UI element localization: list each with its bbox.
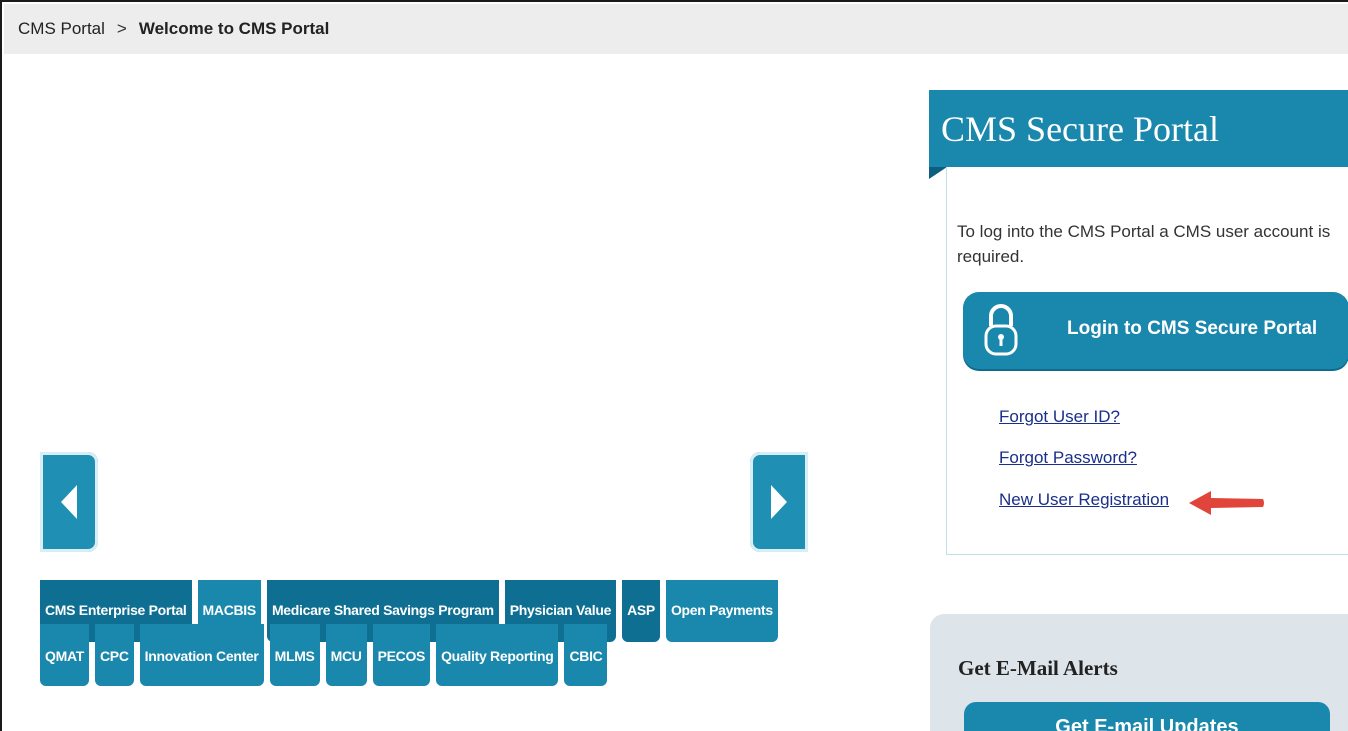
forgot-password-link[interactable]: Forgot Password? — [999, 448, 1137, 468]
carousel-prev-button[interactable] — [40, 452, 98, 552]
tab-qmat[interactable]: QMAT — [40, 624, 89, 686]
tab-mlms[interactable]: MLMS — [269, 624, 320, 686]
tab-pecos[interactable]: PECOS — [372, 624, 431, 686]
login-button-label: Login to CMS Secure Portal — [1067, 318, 1318, 339]
breadcrumb-current: Welcome to CMS Portal — [138, 19, 330, 38]
tab-innovation-center[interactable]: Innovation Center — [139, 624, 264, 686]
tab-quality-reporting[interactable]: Quality Reporting — [436, 624, 559, 686]
carousel-next-button[interactable] — [750, 452, 808, 552]
chevron-left-icon — [59, 483, 79, 521]
breadcrumb-root-link[interactable]: CMS Portal — [18, 19, 105, 39]
breadcrumb-separator: > — [116, 19, 127, 38]
app-tabs-row-2: QMAT CPC Innovation Center MLMS MCU PECO… — [40, 624, 613, 686]
portal-header-notch — [929, 167, 947, 179]
get-email-updates-button[interactable]: Get E-mail Updates — [964, 702, 1330, 731]
breadcrumb: CMS Portal > Welcome to CMS Portal — [4, 4, 1348, 54]
tab-open-payments[interactable]: Open Payments — [665, 580, 778, 642]
portal-intro-text: To log into the CMS Portal a CMS user ac… — [957, 222, 1331, 266]
new-user-registration-link[interactable]: New User Registration — [999, 490, 1169, 510]
page-frame: CMS Portal > Welcome to CMS Portal CMS E… — [0, 0, 1348, 731]
email-alerts-panel: Get E-Mail Alerts Get E-mail Updates — [930, 614, 1348, 731]
tab-asp[interactable]: ASP — [622, 580, 660, 642]
tab-cbic[interactable]: CBIC — [564, 624, 608, 686]
tab-cpc[interactable]: CPC — [94, 624, 134, 686]
tab-mcu[interactable]: MCU — [325, 624, 367, 686]
lock-icon — [981, 302, 1021, 364]
login-button[interactable]: Login to CMS Secure Portal — [963, 292, 1348, 369]
portal-panel: To log into the CMS Portal a CMS user ac… — [946, 167, 1348, 555]
red-arrow-icon — [1187, 488, 1267, 523]
portal-title: CMS Secure Portal — [929, 90, 1348, 167]
forgot-user-id-link[interactable]: Forgot User ID? — [999, 407, 1120, 427]
chevron-right-icon — [769, 483, 789, 521]
email-alerts-title: Get E-Mail Alerts — [958, 656, 1118, 680]
